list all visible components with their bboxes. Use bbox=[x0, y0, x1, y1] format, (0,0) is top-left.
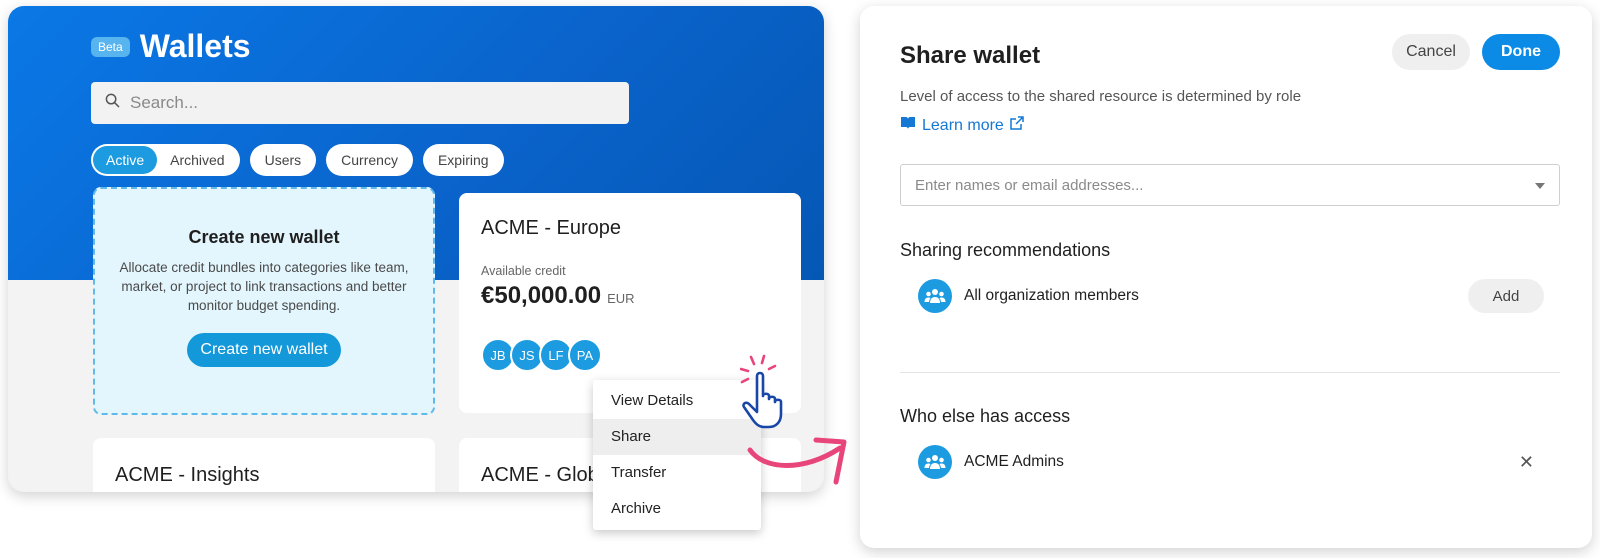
filter-expiring[interactable]: Expiring bbox=[424, 146, 502, 174]
credit-label: Available credit bbox=[481, 264, 566, 278]
context-menu: View Details Share Transfer Archive bbox=[593, 380, 761, 530]
share-wallet-dialog: Share wallet Cancel Done Level of access… bbox=[860, 6, 1592, 548]
menu-item-share[interactable]: Share bbox=[593, 419, 761, 455]
book-icon bbox=[900, 116, 916, 135]
status-segment: Active Archived bbox=[91, 144, 240, 176]
title-row: Beta Wallets bbox=[91, 28, 251, 65]
create-wallet-card: Create new wallet Allocate credit bundle… bbox=[93, 187, 435, 415]
external-link-icon bbox=[1010, 116, 1024, 135]
page-title: Wallets bbox=[139, 28, 251, 64]
people-input[interactable] bbox=[915, 176, 1515, 194]
menu-item-transfer[interactable]: Transfer bbox=[593, 455, 761, 491]
search-bar bbox=[91, 82, 629, 124]
group-icon bbox=[918, 445, 952, 479]
access-row: ACME Admins ✕ bbox=[918, 444, 1544, 480]
avatar[interactable]: PA bbox=[568, 338, 602, 372]
learn-more-link[interactable]: Learn more bbox=[900, 116, 1024, 135]
credit-row: €50,000.00 EUR bbox=[481, 282, 779, 310]
create-card-description: Allocate credit bundles into categories … bbox=[119, 260, 409, 313]
menu-item-archive[interactable]: Archive bbox=[593, 491, 761, 527]
create-card-title: Create new wallet bbox=[188, 227, 340, 247]
filter-archived[interactable]: Archived bbox=[157, 146, 238, 174]
divider bbox=[900, 372, 1560, 373]
cancel-button[interactable]: Cancel bbox=[1392, 34, 1470, 70]
learn-more-label: Learn more bbox=[922, 116, 1004, 134]
arrow-icon bbox=[744, 430, 874, 505]
filter-active[interactable]: Active bbox=[93, 146, 158, 174]
wallet-card-insights[interactable]: ACME - Insights bbox=[93, 438, 435, 492]
add-button[interactable]: Add bbox=[1468, 279, 1544, 313]
recommendations-heading: Sharing recommendations bbox=[900, 240, 1111, 260]
close-icon[interactable]: ✕ bbox=[1519, 452, 1534, 473]
chevron-down-icon[interactable] bbox=[1535, 176, 1545, 194]
filter-expiring-wrap: Expiring bbox=[422, 144, 504, 176]
dialog-title: Share wallet bbox=[900, 42, 1041, 69]
dialog-description: Level of access to the shared resource i… bbox=[900, 88, 1302, 105]
wallet-card-title: ACME - Insights bbox=[115, 464, 260, 486]
filter-users[interactable]: Users bbox=[251, 146, 315, 174]
credit-currency: EUR bbox=[607, 291, 635, 306]
filter-users-wrap: Users bbox=[249, 144, 317, 176]
access-label: ACME Admins bbox=[964, 453, 1064, 470]
beta-badge: Beta bbox=[91, 36, 130, 57]
access-heading: Who else has access bbox=[900, 406, 1071, 426]
create-wallet-button[interactable]: Create new wallet bbox=[187, 333, 341, 367]
recommendation-label: All organization members bbox=[964, 287, 1139, 304]
filter-currency-wrap: Currency bbox=[326, 144, 413, 176]
group-icon bbox=[918, 279, 952, 313]
credit-value: €50,000.00 bbox=[481, 282, 602, 309]
avatar-group: JB JS LF PA bbox=[481, 338, 779, 372]
recommendation-row: All organization members Add bbox=[918, 278, 1544, 314]
filter-bar: Active Archived Users Currency Expiring bbox=[91, 144, 504, 176]
done-button[interactable]: Done bbox=[1482, 34, 1560, 70]
filter-currency[interactable]: Currency bbox=[328, 146, 411, 174]
people-picker bbox=[900, 164, 1560, 206]
search-icon bbox=[105, 93, 120, 113]
wallet-card-title: ACME - Europe bbox=[481, 217, 622, 239]
pointer-hand-icon bbox=[739, 354, 802, 435]
menu-item-view-details[interactable]: View Details bbox=[593, 383, 761, 419]
search-input[interactable] bbox=[130, 93, 590, 113]
